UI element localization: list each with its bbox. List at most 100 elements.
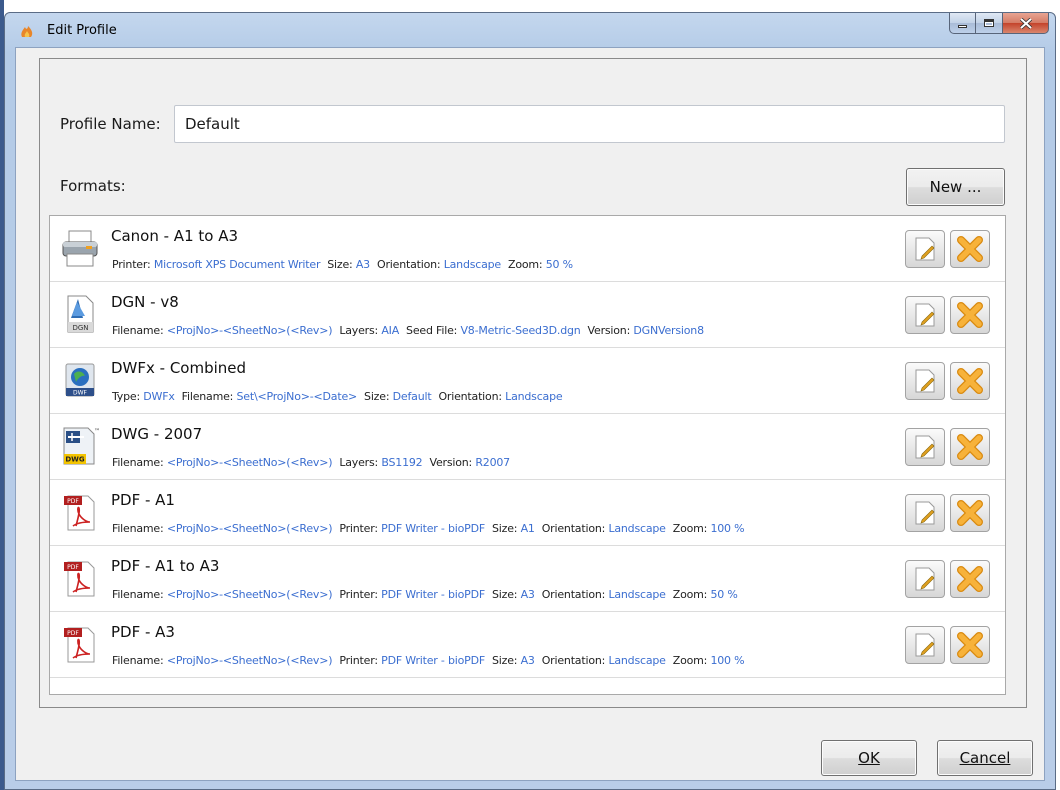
detail-key: Seed File:	[406, 324, 458, 337]
detail-value: Microsoft XPS Document Writer	[153, 258, 321, 271]
delete-format-button[interactable]	[950, 428, 990, 466]
format-name: DWG - 2007	[111, 425, 203, 443]
format-row[interactable]: PDF PDF - A1 to A3 Filename: <ProjNo>-<She…	[50, 546, 1005, 612]
delete-format-button[interactable]	[950, 230, 990, 268]
detail-value: Landscape	[608, 654, 666, 667]
delete-icon	[956, 433, 984, 461]
formats-label: Formats:	[60, 177, 126, 195]
profile-name-input[interactable]: Default	[174, 105, 1005, 143]
detail-key: Orientation:	[541, 654, 606, 667]
detail-value: <ProjNo>-<SheetNo>(<Rev>)	[166, 654, 333, 667]
detail-value: Set\<ProjNo>-<Date>	[236, 390, 358, 403]
format-name: PDF - A1 to A3	[111, 557, 220, 575]
svg-text:PDF: PDF	[67, 498, 79, 505]
delete-format-button[interactable]	[950, 560, 990, 598]
svg-text:DGN: DGN	[72, 324, 88, 332]
edit-icon	[912, 368, 938, 394]
detail-value: DWFx	[143, 390, 175, 403]
format-row[interactable]: Canon - A1 to A3 Printer: Microsoft XPS D…	[50, 216, 1005, 282]
detail-key: Filename:	[112, 324, 164, 337]
format-row[interactable]: DWG ™ DWG - 2007 Filename: <ProjNo>-<SheetN…	[50, 414, 1005, 480]
detail-value: Default	[392, 390, 432, 403]
detail-key: Type:	[112, 390, 140, 403]
cancel-button[interactable]: Cancel	[937, 740, 1033, 776]
format-name: PDF - A1	[111, 491, 175, 509]
detail-key: Orientation:	[376, 258, 441, 271]
delete-format-button[interactable]	[950, 362, 990, 400]
dialog-client-area: Profile Name: Default Formats: New ... C…	[15, 47, 1045, 781]
ok-text: OK	[858, 749, 880, 767]
formats-list[interactable]: Canon - A1 to A3 Printer: Microsoft XPS D…	[49, 215, 1006, 695]
delete-format-button[interactable]	[950, 296, 990, 334]
format-details: Type: DWFx Filename: Set\<ProjNo>-<Date> S…	[112, 390, 569, 403]
close-button[interactable]	[1003, 13, 1049, 34]
maximize-button[interactable]	[976, 13, 1003, 34]
minimize-button[interactable]	[949, 13, 976, 34]
detail-value: <ProjNo>-<SheetNo>(<Rev>)	[166, 456, 333, 469]
edit-format-button[interactable]	[905, 428, 945, 466]
dwg-file-icon: DWG ™	[60, 426, 100, 466]
detail-value: A3	[520, 588, 535, 601]
detail-value: <ProjNo>-<SheetNo>(<Rev>)	[166, 522, 333, 535]
detail-value: 100 %	[710, 522, 745, 535]
detail-value: 50 %	[710, 588, 738, 601]
detail-value: 100 %	[710, 654, 745, 667]
detail-key: Size:	[492, 588, 518, 601]
detail-key: Size:	[492, 654, 518, 667]
format-details: Filename: <ProjNo>-<SheetNo>(<Rev>) Print…	[112, 588, 745, 601]
delete-format-button[interactable]	[950, 626, 990, 664]
edit-format-button[interactable]	[905, 362, 945, 400]
detail-key: Version:	[587, 324, 631, 337]
detail-key: Filename:	[112, 522, 164, 535]
detail-value: Landscape	[505, 390, 563, 403]
format-row[interactable]: DGN DGN - v8 Filename: <ProjNo>-<SheetNo>(…	[50, 282, 1005, 348]
ok-label: OK	[858, 749, 880, 767]
detail-key: Printer:	[339, 522, 378, 535]
edit-format-button[interactable]	[905, 626, 945, 664]
profile-name-label: Profile Name:	[60, 115, 161, 133]
detail-value: BS1192	[381, 456, 423, 469]
delete-format-button[interactable]	[950, 494, 990, 532]
cancel-label: Cancel	[959, 749, 1011, 767]
delete-icon	[956, 631, 984, 659]
detail-value: PDF Writer - bioPDF	[381, 588, 485, 601]
detail-key: Layers:	[339, 324, 379, 337]
detail-value: R2007	[475, 456, 510, 469]
edit-icon	[912, 236, 938, 262]
format-name: PDF - A3	[111, 623, 175, 641]
detail-value: <ProjNo>-<SheetNo>(<Rev>)	[166, 324, 333, 337]
edit-format-button[interactable]	[905, 494, 945, 532]
delete-icon	[956, 301, 984, 329]
format-row[interactable]: PDF PDF - A3 Filename: <ProjNo>-<SheetNo>(…	[50, 612, 1005, 678]
delete-icon	[956, 367, 984, 395]
title-bar[interactable]: Edit Profile	[5, 13, 1055, 47]
edit-format-button[interactable]	[905, 230, 945, 268]
detail-key: Printer:	[339, 588, 378, 601]
detail-value: A3	[520, 654, 535, 667]
format-name: DWFx - Combined	[111, 359, 247, 377]
ok-button[interactable]: OK	[821, 740, 917, 776]
close-icon	[1019, 17, 1032, 29]
detail-key: Size:	[327, 258, 353, 271]
detail-value: Landscape	[443, 258, 501, 271]
edit-format-button[interactable]	[905, 296, 945, 334]
detail-key: Layers:	[339, 456, 379, 469]
new-format-button[interactable]: New ...	[906, 168, 1005, 206]
window-controls	[949, 13, 1049, 34]
printer-icon	[60, 228, 100, 268]
format-details: Filename: <ProjNo>-<SheetNo>(<Rev>) Print…	[112, 522, 751, 535]
detail-key: Zoom:	[672, 588, 708, 601]
edit-icon	[912, 434, 938, 460]
pdf-file-icon: PDF	[60, 624, 100, 664]
delete-icon	[956, 499, 984, 527]
maximize-icon	[984, 19, 994, 27]
detail-value: Landscape	[608, 522, 666, 535]
format-row[interactable]: PDF PDF - A1 Filename: <ProjNo>-<SheetNo>(…	[50, 480, 1005, 546]
delete-icon	[956, 235, 984, 263]
edit-icon	[912, 302, 938, 328]
format-row[interactable]: DWF DWFx - Combined Type: DWFx Filename: Se…	[50, 348, 1005, 414]
svg-text:PDF: PDF	[67, 630, 79, 637]
edit-format-button[interactable]	[905, 560, 945, 598]
dwf-file-icon: DWF	[60, 360, 100, 400]
detail-key: Version:	[429, 456, 473, 469]
